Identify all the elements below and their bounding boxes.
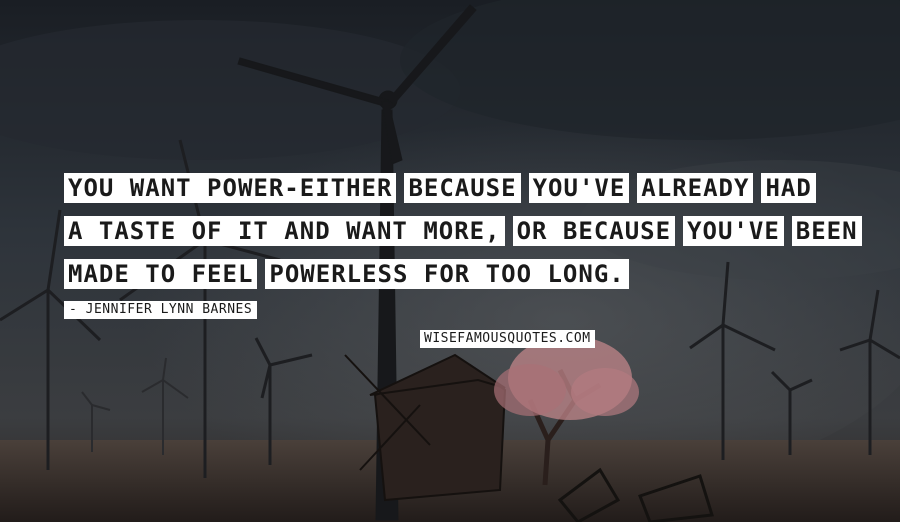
quote-chunk: POWERLESS FOR TOO LONG. bbox=[265, 259, 629, 289]
quote-chunk: A TASTE OF IT AND WANT MORE, bbox=[64, 216, 505, 246]
quote-line-2: A TASTE OF IT AND WANT MORE, OR BECAUSE … bbox=[64, 216, 870, 246]
quote-chunk: BECAUSE bbox=[404, 173, 521, 203]
quote-chunk: YOU'VE bbox=[683, 216, 784, 246]
quote-line-3: MADE TO FEEL POWERLESS FOR TOO LONG. bbox=[64, 259, 637, 289]
quote-line-1: YOU WANT POWER-EITHER BECAUSE YOU'VE ALR… bbox=[64, 173, 824, 203]
quote-chunk: YOU'VE bbox=[528, 173, 630, 203]
quote-chunk: YOU WANT POWER-EITHER bbox=[64, 173, 397, 203]
quote-chunk: MADE TO FEEL bbox=[64, 259, 258, 289]
quote-chunk: ALREADY bbox=[637, 173, 754, 203]
quote-chunk: HAD bbox=[761, 173, 816, 203]
quote-chunk: OR BECAUSE bbox=[512, 216, 676, 246]
quote-author: - JENNIFER LYNN BARNES bbox=[64, 301, 258, 319]
quote-poster: YOU WANT POWER-EITHER BECAUSE YOU'VE ALR… bbox=[0, 0, 900, 522]
site-watermark: WISEFAMOUSQUOTES.COM bbox=[420, 330, 595, 348]
quote-chunk: BEEN bbox=[791, 216, 862, 246]
